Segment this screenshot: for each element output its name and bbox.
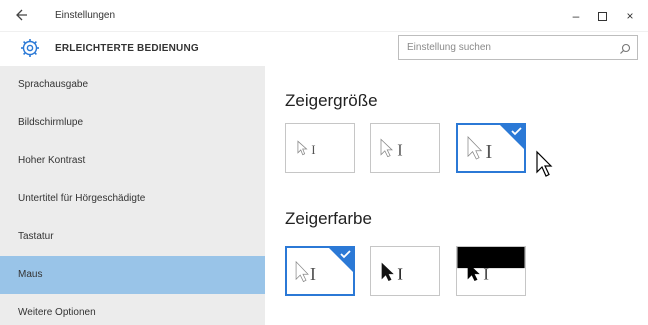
pointer-size-medium-option[interactable]: I [370,123,440,173]
sidebar-item-untertitel[interactable]: Untertitel für Hörgeschädigte [0,180,265,218]
window-title: Einstellungen [55,10,116,21]
sidebar-item-hoher-kontrast[interactable]: Hoher Kontrast [0,142,265,180]
minimize-icon: – [572,9,580,23]
checkmark-icon [500,125,524,149]
maximize-icon [597,12,607,22]
pointer-size-large-option[interactable]: I [456,123,526,173]
sidebar-item-tastatur[interactable]: Tastatur [0,218,265,256]
svg-text:I: I [397,141,402,160]
pointer-size-title: Zeigergröße [285,91,378,110]
page-title: ERLEICHTERTE BEDIENUNG [55,43,199,54]
svg-text:I: I [397,265,403,284]
pointer-size-small-option[interactable]: I [285,123,355,173]
svg-text:I: I [310,264,316,284]
title-bar: Einstellungen – × [0,0,648,32]
svg-text:I: I [483,265,489,284]
pointer-black-icon: I [381,262,403,284]
sidebar-item-bildschirmlupe[interactable]: Bildschirmlupe [0,104,265,142]
pointer-inverted-icon: I [457,247,525,284]
pointer-color-black-option[interactable]: I [370,246,440,296]
sidebar: Sprachausgabe Bildschirmlupe Hoher Kontr… [0,66,265,325]
ease-of-access-icon [20,38,40,58]
minimize-button[interactable]: – [562,5,590,27]
maximize-button[interactable] [588,5,616,27]
close-icon: × [626,9,634,23]
pointer-small-icon: I [297,140,316,157]
sidebar-item-sprachausgabe[interactable]: Sprachausgabe [0,66,265,104]
svg-text:I: I [485,141,492,163]
pointer-color-white-option[interactable]: I [285,246,355,296]
mouse-cursor-icon [536,150,553,177]
pointer-color-inverted-option[interactable]: I [456,246,526,296]
search-input[interactable] [407,39,607,56]
sidebar-item-maus[interactable]: Maus [0,256,265,294]
close-button[interactable]: × [616,5,644,27]
search-icon[interactable] [619,42,631,54]
checkmark-icon [329,248,353,272]
search-box[interactable] [398,35,638,60]
pointer-color-title: Zeigerfarbe [285,209,372,228]
pointer-medium-icon: I [380,138,403,160]
svg-text:I: I [311,143,315,157]
settings-header: ERLEICHTERTE BEDIENUNG [0,32,648,66]
sidebar-item-weitere-optionen[interactable]: Weitere Optionen [0,294,265,325]
back-arrow-icon[interactable] [14,8,30,24]
main-content: Zeigergröße I I I Zeigerfarbe I I I [265,66,648,325]
